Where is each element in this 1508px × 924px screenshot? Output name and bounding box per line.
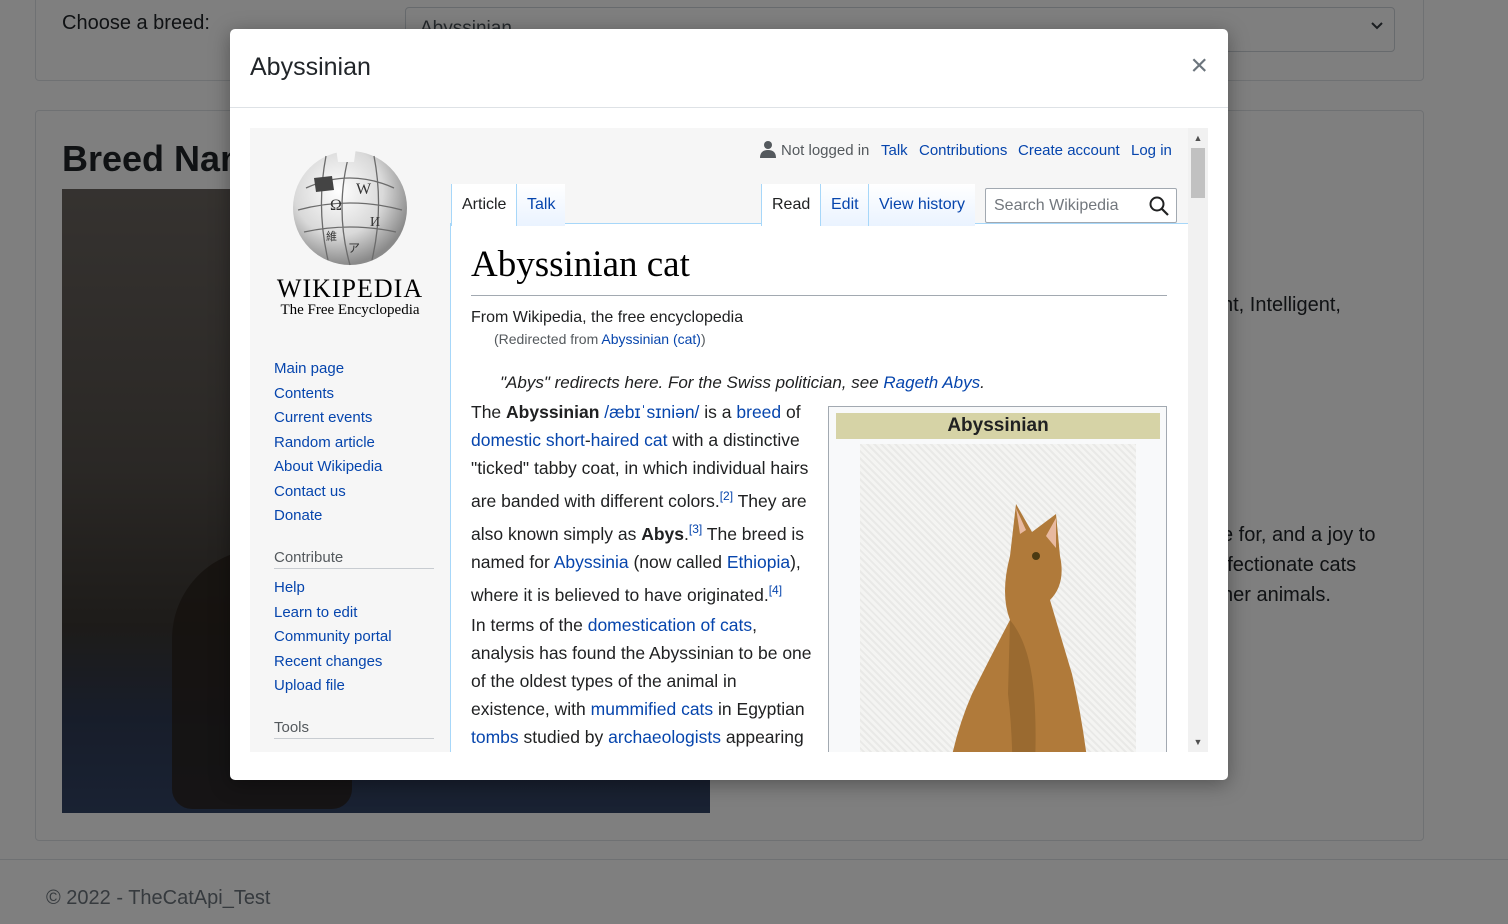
infobox-cat-image[interactable] — [860, 444, 1136, 752]
svg-text:Ω: Ω — [330, 197, 342, 214]
svg-text:И: И — [370, 215, 380, 230]
iframe-scrollbar[interactable]: ▲ ▼ — [1188, 128, 1208, 752]
modal-title: Abyssinian — [250, 53, 371, 81]
nav-item-help[interactable]: Help — [274, 576, 444, 601]
ipa-link[interactable]: /æbɪˈsɪniən/ — [604, 402, 699, 422]
infobox-title: Abyssinian — [836, 413, 1160, 439]
mummified-cats-link[interactable]: mummified cats — [591, 699, 714, 719]
close-button[interactable]: × — [1190, 51, 1208, 81]
nav-item-contents[interactable]: Contents — [274, 382, 444, 407]
nav-item-community-portal[interactable]: Community portal — [274, 625, 444, 650]
paragraph-domestication: In terms of the domestication of cats, a… — [471, 615, 812, 747]
main-navigation: Main page Contents Current events Random… — [274, 357, 444, 529]
nav-item-donate[interactable]: Donate — [274, 504, 444, 529]
ethiopia-link[interactable]: Ethiopia — [727, 552, 790, 572]
contributions-link[interactable]: Contributions — [919, 142, 1007, 159]
site-subtitle: From Wikipedia, the free encyclopedia — [471, 309, 744, 326]
tombs-link[interactable]: tombs — [471, 727, 519, 747]
nav-item-recent-changes[interactable]: Recent changes — [274, 650, 444, 675]
user-icon — [760, 141, 776, 158]
archaeologists-link[interactable]: archaeologists — [608, 727, 721, 747]
modal-header: Abyssinian × — [230, 29, 1228, 108]
wikipedia-tagline: The Free Encyclopedia — [280, 302, 420, 318]
tab-read[interactable]: Read — [761, 184, 820, 226]
hatnote-link[interactable]: Rageth Abys — [883, 373, 980, 392]
nav-item-upload-file[interactable]: Upload file — [274, 674, 444, 699]
tab-view-history[interactable]: View history — [868, 184, 975, 226]
nav-item-about[interactable]: About Wikipedia — [274, 455, 444, 480]
tab-article[interactable]: Article — [451, 184, 516, 226]
contribute-heading: Contribute — [274, 549, 434, 569]
redirect-link[interactable]: Abyssinian (cat) — [601, 331, 701, 347]
tab-talk[interactable]: Talk — [516, 184, 565, 226]
hatnote: "Abys" redirects here. For the Swiss pol… — [500, 373, 985, 392]
redirect-notice: (Redirected from Abyssinian (cat)) — [494, 331, 706, 347]
nav-item-learn-to-edit[interactable]: Learn to edit — [274, 601, 444, 626]
svg-text:ア: ア — [348, 241, 360, 255]
svg-text:W: W — [356, 181, 372, 198]
tools-heading: Tools — [274, 719, 434, 739]
wikipedia-iframe[interactable]: Ω W И 維 ア WIKIPEDIA The Free Encyclopedi… — [250, 128, 1208, 752]
nav-item-main-page[interactable]: Main page — [274, 357, 444, 382]
reference-2[interactable]: [2] — [720, 489, 733, 503]
wiki-modal: Abyssinian × Ω W И 維 ア WIKIPEDIA The Fre… — [230, 29, 1228, 780]
search-icon[interactable] — [1148, 195, 1170, 217]
nav-item-contact[interactable]: Contact us — [274, 480, 444, 505]
nav-item-random-article[interactable]: Random article — [274, 431, 444, 456]
scroll-down-arrow-icon[interactable]: ▼ — [1188, 734, 1208, 750]
wikipedia-globe-icon[interactable]: Ω W И 維 ア — [286, 148, 414, 266]
abyssinia-link[interactable]: Abyssinia — [554, 552, 629, 572]
wiki-search — [985, 188, 1177, 223]
search-input[interactable] — [986, 189, 1162, 222]
contribute-navigation: Help Learn to edit Community portal Rece… — [274, 576, 444, 699]
infobox: Abyssinian — [828, 406, 1167, 752]
wikipedia-wordmark[interactable]: WIKIPEDIA — [250, 274, 450, 304]
tab-edit[interactable]: Edit — [820, 184, 868, 226]
haired-cat-link[interactable]: haired cat — [591, 430, 668, 450]
domestication-link[interactable]: domestication of cats — [588, 615, 752, 635]
log-in-link[interactable]: Log in — [1131, 142, 1172, 159]
not-logged-in-text: Not logged in — [781, 142, 870, 159]
domestic-link[interactable]: domestic — [471, 430, 541, 450]
short-link[interactable]: short — [546, 430, 585, 450]
paragraph-intro: The Abyssinian /æbɪˈsɪniən/ is a breed o… — [471, 402, 809, 605]
breed-link[interactable]: breed — [736, 402, 781, 422]
create-account-link[interactable]: Create account — [1018, 142, 1120, 159]
talk-link[interactable]: Talk — [881, 142, 908, 159]
reference-4[interactable]: [4] — [769, 583, 782, 597]
wiki-sidebar: Ω W И 維 ア WIKIPEDIA The Free Encyclopedi… — [250, 128, 450, 752]
article-heading: Abyssinian cat — [471, 243, 1167, 296]
nav-item-current-events[interactable]: Current events — [274, 406, 444, 431]
scroll-up-arrow-icon[interactable]: ▲ — [1188, 130, 1208, 146]
svg-text:維: 維 — [326, 230, 337, 243]
scroll-thumb[interactable] — [1191, 148, 1205, 198]
reference-3[interactable]: [3] — [689, 522, 702, 536]
